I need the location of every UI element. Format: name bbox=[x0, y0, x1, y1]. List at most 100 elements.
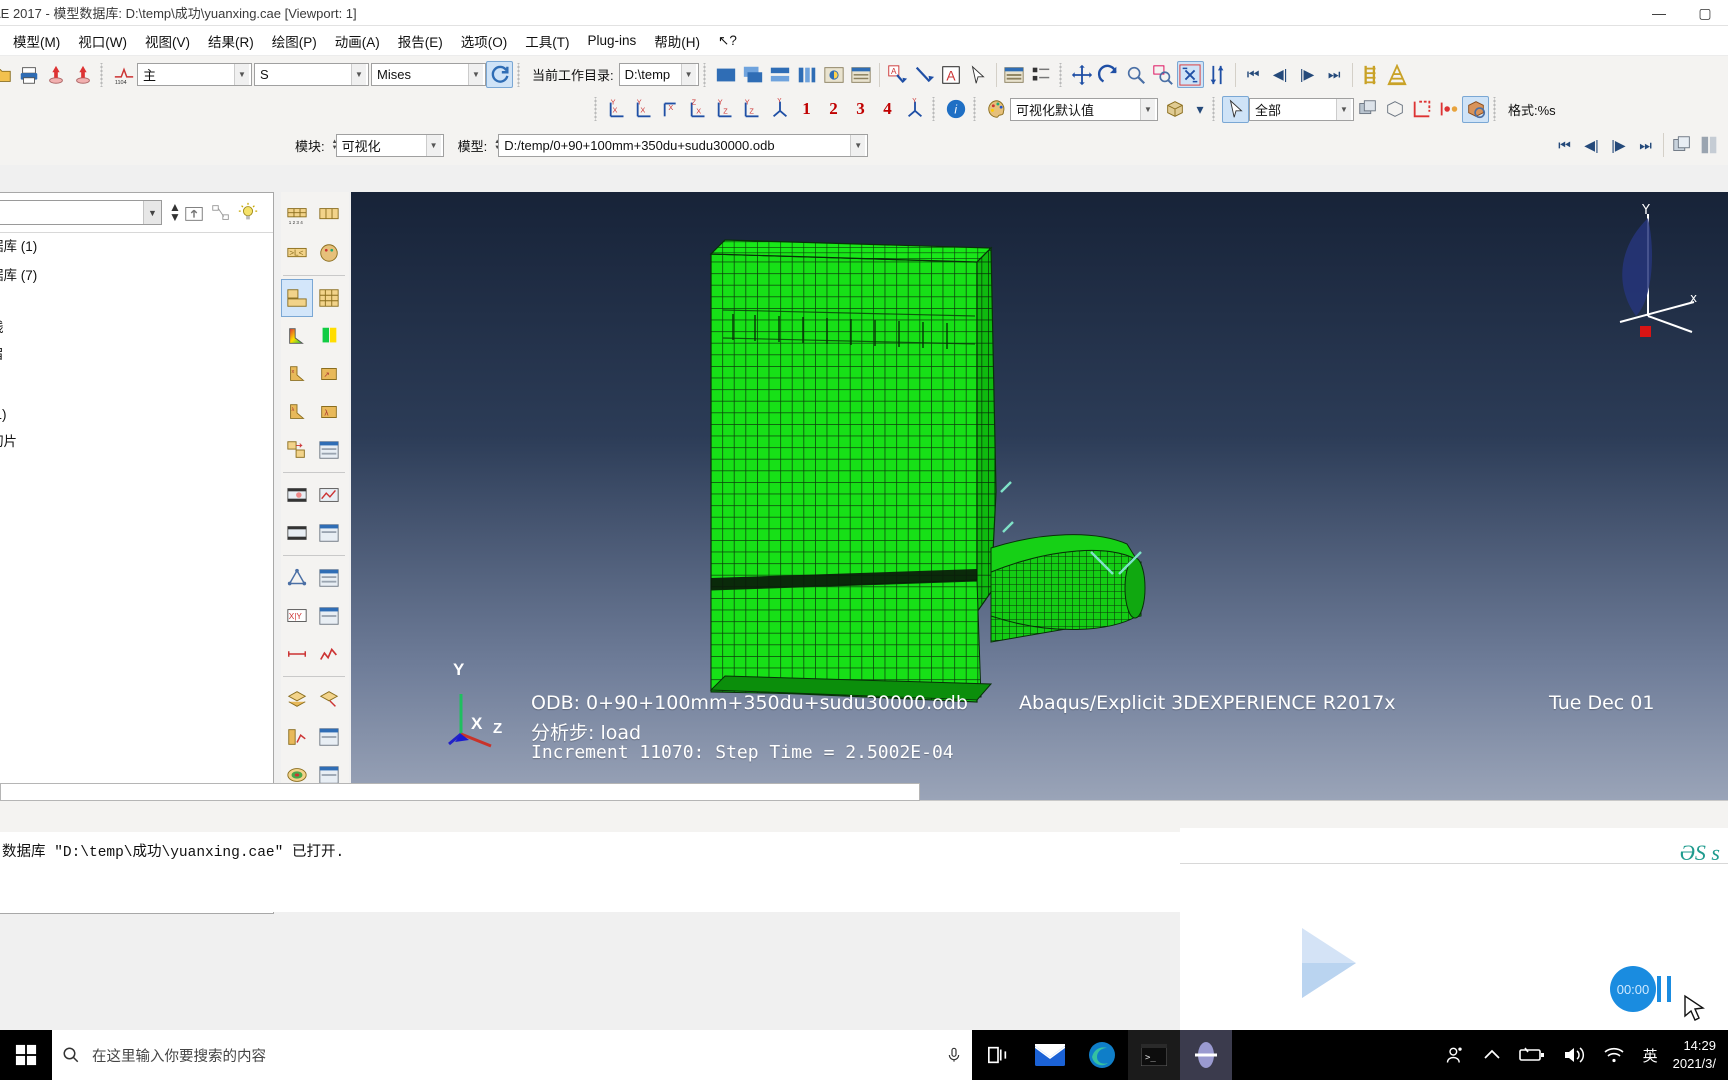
render-cube-icon[interactable] bbox=[1158, 96, 1192, 123]
taskbar-clock[interactable]: 14:29 2021/3/ bbox=[1667, 1037, 1728, 1072]
chevron-down-icon[interactable]: ▼ bbox=[468, 64, 483, 85]
menu-tools[interactable]: 工具(T) bbox=[516, 28, 578, 54]
view-save-icon[interactable]: Y bbox=[901, 96, 928, 123]
input-language-indicator[interactable]: 英 bbox=[1634, 1045, 1667, 1066]
tree-item-layer[interactable]: 屇 bbox=[0, 341, 170, 365]
volume-icon[interactable] bbox=[1554, 1046, 1594, 1064]
abaqus-app-icon[interactable] bbox=[1180, 1030, 1232, 1080]
free-body-cut-icon[interactable] bbox=[281, 680, 313, 718]
chevron-down-icon[interactable]: ▼ bbox=[1140, 98, 1155, 120]
menu-result[interactable]: 结果(R) bbox=[199, 28, 263, 54]
toolbar-grip[interactable] bbox=[972, 97, 980, 121]
battery-icon[interactable] bbox=[1510, 1047, 1554, 1063]
view-xy-icon[interactable]: XY bbox=[604, 96, 631, 123]
menu-view[interactable]: 视图(V) bbox=[136, 28, 199, 54]
view-preset-1[interactable]: 1 bbox=[793, 96, 820, 123]
stress-linearization-icon[interactable] bbox=[281, 718, 313, 756]
minimize-button[interactable]: — bbox=[1636, 5, 1682, 21]
animation-options-icon[interactable] bbox=[313, 514, 345, 552]
show-hidden-icons-chevron-icon[interactable] bbox=[1474, 1048, 1510, 1062]
select-tool-icon[interactable] bbox=[1222, 95, 1249, 123]
toolbar-grip[interactable] bbox=[1211, 97, 1219, 121]
display-group-remove-icon[interactable] bbox=[1381, 96, 1408, 123]
timer-badge[interactable]: 00:00 bbox=[1610, 966, 1656, 1012]
menu-viewport[interactable]: 视口(W) bbox=[69, 28, 136, 54]
superimpose-options-icon[interactable] bbox=[313, 279, 345, 317]
toolbar-grip[interactable] bbox=[931, 97, 939, 121]
first-frame-icon[interactable]: ⏮ bbox=[1240, 61, 1267, 88]
taskbar-search-box[interactable]: 在这里输入你要搜索的内容 bbox=[52, 1030, 972, 1080]
microphone-icon[interactable] bbox=[946, 1045, 962, 1065]
view-xz-icon[interactable]: X bbox=[658, 96, 685, 123]
context-help-icon[interactable]: ↖? bbox=[709, 30, 746, 52]
view-preset-2[interactable]: 2 bbox=[820, 96, 847, 123]
edge-browser-icon[interactable] bbox=[1076, 1030, 1128, 1080]
display-group-manager-icon[interactable] bbox=[1462, 95, 1489, 123]
viewport-tile-horizontal-icon[interactable] bbox=[767, 61, 794, 88]
display-group-node-icon[interactable] bbox=[1435, 96, 1462, 123]
stress-linearization-options-icon[interactable] bbox=[313, 718, 345, 756]
xy-plot-options-icon[interactable] bbox=[313, 559, 345, 597]
tree-item-output-database-1[interactable]: 据库 (1) bbox=[0, 233, 170, 257]
tree-updown-spinner[interactable]: ▲ ▼ bbox=[169, 201, 181, 223]
menu-help[interactable]: 帮助(H) bbox=[645, 28, 709, 54]
viewport-manager-icon[interactable] bbox=[1001, 61, 1028, 88]
free-body-options-icon[interactable] bbox=[313, 680, 345, 718]
animate-harmonic-icon[interactable] bbox=[281, 514, 313, 552]
display-group-crop-icon[interactable] bbox=[1408, 96, 1435, 123]
probe-options-icon[interactable] bbox=[313, 597, 345, 635]
display-group-replace-icon[interactable] bbox=[1354, 96, 1381, 123]
color-palette-icon[interactable] bbox=[983, 96, 1010, 123]
selection-filter-combo[interactable]: 全部 ▼ bbox=[1249, 97, 1354, 121]
module-combo[interactable]: 可视化 ▼ bbox=[335, 133, 444, 157]
field-output-invariant-combo[interactable]: Mises ▼ bbox=[371, 63, 486, 86]
command-line-input[interactable] bbox=[0, 783, 920, 801]
workdir-combo[interactable]: D:\temp ▼ bbox=[618, 63, 699, 86]
view-yz-icon[interactable]: YZ bbox=[712, 96, 739, 123]
view-preset-3[interactable]: 3 bbox=[847, 96, 874, 123]
material-orientation-options-icon[interactable]: λ bbox=[281, 393, 313, 431]
fit-view-icon[interactable] bbox=[1176, 61, 1204, 88]
play-button-icon[interactable] bbox=[1290, 923, 1370, 1003]
wifi-icon[interactable] bbox=[1594, 1046, 1634, 1064]
toolbar-grip[interactable] bbox=[516, 62, 524, 87]
viewport-list-icon[interactable] bbox=[1028, 61, 1055, 88]
refresh-icon[interactable] bbox=[486, 61, 513, 88]
view-zy-icon[interactable]: YZ bbox=[739, 96, 766, 123]
odb-export-icon[interactable] bbox=[69, 61, 96, 88]
pan-icon[interactable] bbox=[1069, 61, 1096, 88]
tree-link-icon[interactable] bbox=[208, 199, 235, 226]
path-create-icon[interactable] bbox=[281, 635, 313, 673]
menu-report[interactable]: 报告(E) bbox=[389, 28, 452, 54]
annotation-select-icon[interactable] bbox=[965, 61, 992, 88]
file-open-icon[interactable] bbox=[0, 61, 15, 88]
viewport-titleblock-icon[interactable] bbox=[848, 61, 875, 88]
next-frame-icon[interactable]: |▶ bbox=[1294, 61, 1321, 88]
field-output-primary-combo[interactable]: 主 ▼ bbox=[137, 63, 252, 86]
frame-first-icon[interactable]: ⏮ bbox=[1551, 132, 1578, 159]
annotation-text-icon[interactable]: A bbox=[938, 61, 965, 88]
menu-options[interactable]: 选项(O) bbox=[452, 28, 517, 54]
tree-item-xy-curve[interactable]: 线 bbox=[0, 314, 170, 338]
field-output-icon[interactable]: 1104 bbox=[110, 61, 137, 88]
mail-app-icon[interactable] bbox=[1024, 1030, 1076, 1080]
viewport-panel-icon[interactable] bbox=[1695, 132, 1722, 159]
plot-material-orientation-icon[interactable] bbox=[313, 234, 345, 272]
field-output-variable-combo[interactable]: S ▼ bbox=[254, 63, 369, 86]
people-icon[interactable] bbox=[1436, 1045, 1474, 1065]
tree-item-path-1[interactable]: (1) bbox=[0, 405, 170, 424]
superimpose-plot-icon[interactable] bbox=[281, 431, 313, 469]
menu-plot[interactable]: 绘图(P) bbox=[263, 28, 326, 54]
view-zx-icon[interactable]: ZX bbox=[685, 96, 712, 123]
menu-model[interactable]: 模型(M) bbox=[4, 28, 69, 54]
contour-pyramid-icon[interactable] bbox=[1384, 61, 1411, 88]
animate-scale-factor-icon[interactable] bbox=[313, 476, 345, 514]
path-plot-icon[interactable] bbox=[313, 635, 345, 673]
annotation-arrow-icon[interactable] bbox=[911, 61, 938, 88]
symbol-scale-icon[interactable]: ↗ bbox=[313, 355, 345, 393]
query-information-icon[interactable]: i bbox=[942, 96, 969, 123]
player-progress-track[interactable] bbox=[1180, 863, 1728, 864]
odb-import-icon[interactable] bbox=[42, 61, 69, 88]
plot-symbol-icon[interactable]: >L< bbox=[281, 234, 313, 272]
toolbar-grip[interactable] bbox=[701, 62, 710, 87]
